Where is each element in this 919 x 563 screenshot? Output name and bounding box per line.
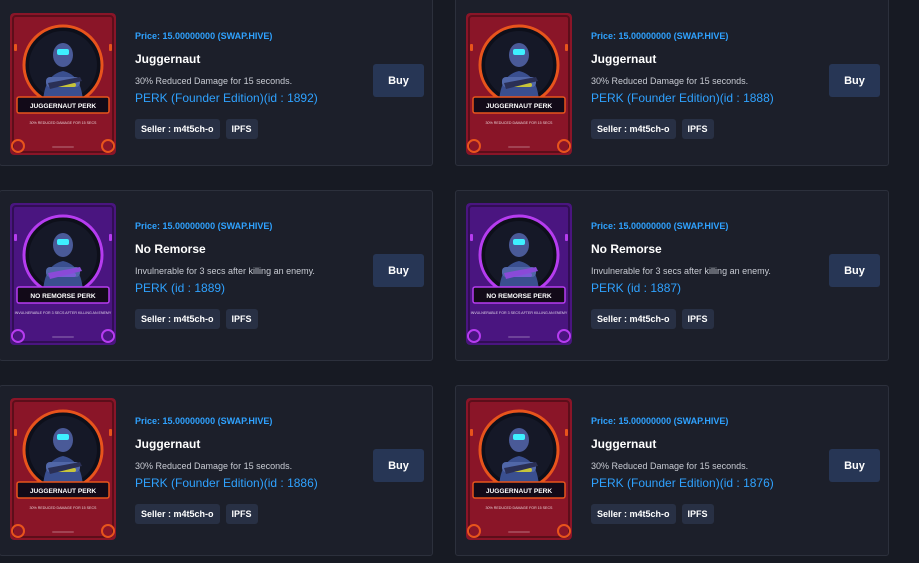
svg-text:JUGGERNAUT PERK: JUGGERNAUT PERK: [486, 488, 553, 495]
buy-button[interactable]: Buy: [829, 449, 880, 482]
listing-card: JUGGERNAUT PERK 30% REDUCED DAMAGE FOR 1…: [0, 385, 433, 556]
listing-card: NO REMORSE PERK INVULNERABLE FOR 3 SECS …: [455, 190, 889, 361]
seller-tag[interactable]: Seller : m4t5ch-o: [135, 504, 220, 524]
svg-text:30% REDUCED DAMAGE FOR 15 SECS: 30% REDUCED DAMAGE FOR 15 SECS: [30, 121, 98, 125]
buy-button[interactable]: Buy: [829, 254, 880, 287]
nft-card-image[interactable]: NO REMORSE PERK INVULNERABLE FOR 3 SECS …: [10, 203, 116, 345]
item-title: No Remorse: [135, 242, 206, 256]
item-title: Juggernaut: [135, 52, 201, 66]
seller-tag[interactable]: Seller : m4t5ch-o: [591, 504, 676, 524]
svg-text:INVULNERABLE FOR 3 SECS AFTER: INVULNERABLE FOR 3 SECS AFTER KILLING AN…: [15, 311, 112, 315]
nft-id-link[interactable]: PERK (Founder Edition)(id : 1876): [591, 476, 774, 490]
nft-card-image[interactable]: JUGGERNAUT PERK 30% REDUCED DAMAGE FOR 1…: [10, 13, 116, 155]
item-title: Juggernaut: [591, 437, 657, 451]
ipfs-tag[interactable]: IPFS: [681, 504, 714, 524]
seller-tag[interactable]: Seller : m4t5ch-o: [135, 119, 220, 139]
nft-card-image[interactable]: JUGGERNAUT PERK 30% REDUCED DAMAGE FOR 1…: [10, 398, 116, 540]
buy-button[interactable]: Buy: [373, 64, 424, 97]
ipfs-tag[interactable]: IPFS: [681, 119, 714, 139]
svg-text:30% REDUCED DAMAGE FOR 15 SECS: 30% REDUCED DAMAGE FOR 15 SECS: [30, 506, 98, 510]
item-description: 30% Reduced Damage for 15 seconds.: [591, 76, 749, 86]
nft-card-image[interactable]: JUGGERNAUT PERK 30% REDUCED DAMAGE FOR 1…: [466, 398, 572, 540]
price-label: Price: 15.00000000 (SWAP.HIVE): [591, 416, 729, 426]
listing-card: JUGGERNAUT PERK 30% REDUCED DAMAGE FOR 1…: [455, 0, 889, 166]
seller-tag[interactable]: Seller : m4t5ch-o: [591, 119, 676, 139]
svg-text:JUGGERNAUT PERK: JUGGERNAUT PERK: [30, 488, 97, 495]
item-description: Invulnerable for 3 secs after killing an…: [135, 266, 315, 276]
seller-tag[interactable]: Seller : m4t5ch-o: [591, 309, 676, 329]
svg-text:30% REDUCED DAMAGE FOR 15 SECS: 30% REDUCED DAMAGE FOR 15 SECS: [486, 121, 554, 125]
price-label: Price: 15.00000000 (SWAP.HIVE): [135, 416, 273, 426]
buy-button[interactable]: Buy: [373, 449, 424, 482]
listing-card: JUGGERNAUT PERK 30% REDUCED DAMAGE FOR 1…: [455, 385, 889, 556]
listing-card: JUGGERNAUT PERK 30% REDUCED DAMAGE FOR 1…: [0, 0, 433, 166]
price-label: Price: 15.00000000 (SWAP.HIVE): [591, 31, 729, 41]
ipfs-tag[interactable]: IPFS: [681, 309, 714, 329]
svg-text:INVULNERABLE FOR 3 SECS AFTER: INVULNERABLE FOR 3 SECS AFTER KILLING AN…: [471, 311, 568, 315]
nft-id-link[interactable]: PERK (Founder Edition)(id : 1886): [135, 476, 318, 490]
nft-id-link[interactable]: PERK (id : 1887): [591, 281, 681, 295]
buy-button[interactable]: Buy: [373, 254, 424, 287]
tags-row: Seller : m4t5ch-o IPFS: [135, 504, 258, 524]
nft-card-image[interactable]: JUGGERNAUT PERK 30% REDUCED DAMAGE FOR 1…: [466, 13, 572, 155]
price-label: Price: 15.00000000 (SWAP.HIVE): [135, 221, 273, 231]
svg-text:NO REMORSE PERK: NO REMORSE PERK: [486, 293, 551, 300]
item-description: 30% Reduced Damage for 15 seconds.: [591, 461, 749, 471]
item-title: Juggernaut: [135, 437, 201, 451]
item-description: Invulnerable for 3 secs after killing an…: [591, 266, 771, 276]
nft-id-link[interactable]: PERK (Founder Edition)(id : 1888): [591, 91, 774, 105]
nft-id-link[interactable]: PERK (Founder Edition)(id : 1892): [135, 91, 318, 105]
nft-card-image[interactable]: NO REMORSE PERK INVULNERABLE FOR 3 SECS …: [466, 203, 572, 345]
svg-text:JUGGERNAUT PERK: JUGGERNAUT PERK: [30, 103, 97, 110]
seller-tag[interactable]: Seller : m4t5ch-o: [135, 309, 220, 329]
item-title: Juggernaut: [591, 52, 657, 66]
ipfs-tag[interactable]: IPFS: [225, 119, 258, 139]
price-label: Price: 15.00000000 (SWAP.HIVE): [135, 31, 273, 41]
tags-row: Seller : m4t5ch-o IPFS: [591, 309, 714, 329]
tags-row: Seller : m4t5ch-o IPFS: [591, 119, 714, 139]
svg-text:30% REDUCED DAMAGE FOR 15 SECS: 30% REDUCED DAMAGE FOR 15 SECS: [486, 506, 554, 510]
item-description: 30% Reduced Damage for 15 seconds.: [135, 461, 293, 471]
tags-row: Seller : m4t5ch-o IPFS: [135, 119, 258, 139]
tags-row: Seller : m4t5ch-o IPFS: [135, 309, 258, 329]
svg-text:NO REMORSE PERK: NO REMORSE PERK: [30, 293, 95, 300]
listing-card: NO REMORSE PERK INVULNERABLE FOR 3 SECS …: [0, 190, 433, 361]
ipfs-tag[interactable]: IPFS: [225, 504, 258, 524]
buy-button[interactable]: Buy: [829, 64, 880, 97]
price-label: Price: 15.00000000 (SWAP.HIVE): [591, 221, 729, 231]
svg-text:JUGGERNAUT PERK: JUGGERNAUT PERK: [486, 103, 553, 110]
nft-id-link[interactable]: PERK (id : 1889): [135, 281, 225, 295]
item-title: No Remorse: [591, 242, 662, 256]
tags-row: Seller : m4t5ch-o IPFS: [591, 504, 714, 524]
item-description: 30% Reduced Damage for 15 seconds.: [135, 76, 293, 86]
ipfs-tag[interactable]: IPFS: [225, 309, 258, 329]
